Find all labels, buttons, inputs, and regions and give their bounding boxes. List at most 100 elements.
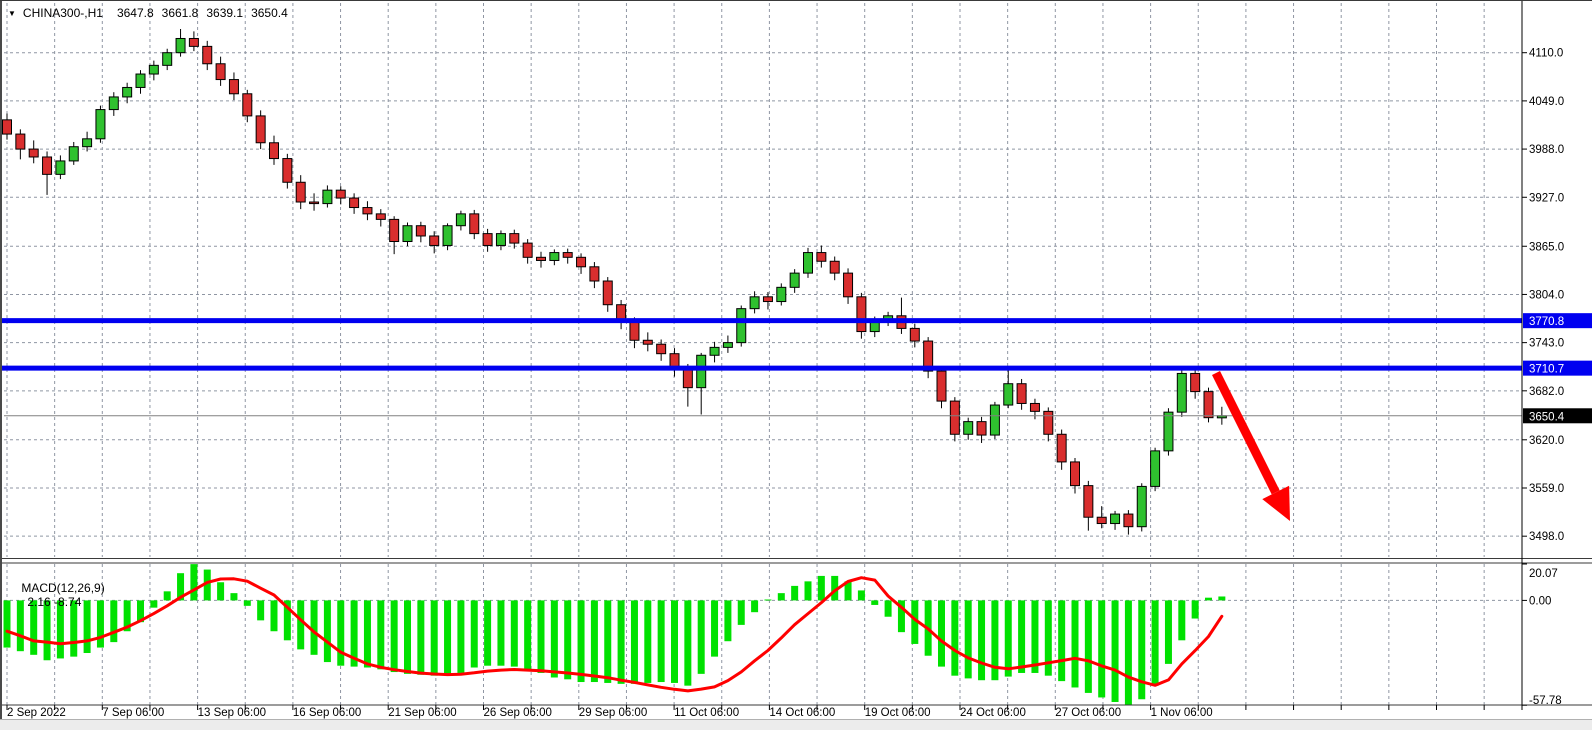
macd-bar (1018, 600, 1025, 673)
candle (857, 293, 866, 339)
macd-bar (1125, 600, 1132, 705)
candle (537, 252, 546, 268)
macd-bar (684, 600, 691, 685)
candle-body-down (510, 234, 519, 243)
candle (123, 83, 132, 104)
candle (283, 154, 292, 189)
macd-bar (818, 576, 825, 600)
macd-bar (978, 600, 985, 680)
candle-body-up (737, 309, 746, 343)
time-tick-label: 2 Sep 2022 (7, 707, 66, 719)
candle-body-up (149, 65, 158, 74)
candle (376, 209, 385, 226)
macd-bar (164, 591, 171, 600)
candle-body-down (29, 149, 38, 157)
price-tick-label: 3498.0 (1529, 531, 1564, 543)
candle-body-down (243, 94, 252, 116)
macd-bar (1098, 600, 1105, 697)
candle (496, 230, 505, 250)
candle-body-up (96, 110, 105, 139)
candle-body-down (216, 64, 225, 80)
pane-borders (2, 1, 1592, 710)
candle-body-down (470, 214, 479, 234)
time-tick-label: 27 Oct 06:00 (1055, 707, 1121, 719)
candle (697, 353, 706, 415)
candle-body-down (977, 422, 986, 435)
macd-bar (951, 600, 958, 675)
time-tick-label: 13 Sep 06:00 (198, 707, 266, 719)
price-axis[interactable]: 4110.04049.03988.03927.03865.03804.03743… (1522, 48, 1564, 543)
macd-bar (1085, 600, 1092, 693)
macd-bar (377, 600, 384, 669)
symbol-dropdown-icon[interactable]: ▼ (8, 9, 16, 18)
time-axis[interactable]: 2 Sep 20227 Sep 06:0013 Sep 06:0016 Sep … (7, 705, 1484, 719)
macd-bar (564, 600, 571, 679)
candle (910, 324, 919, 348)
candle (1137, 483, 1146, 531)
macd-bar (1005, 600, 1012, 676)
candle-body-down (1057, 434, 1066, 462)
time-tick-label: 7 Sep 06:00 (102, 707, 164, 719)
symbol-header: ▼ CHINA300-,H1 3647.8 3661.8 3639.1 3650… (8, 6, 296, 20)
candle (430, 231, 439, 253)
candles (3, 29, 1227, 535)
macd-bar (805, 581, 812, 600)
macd-histogram (4, 564, 1226, 705)
candle (1151, 448, 1160, 491)
candle (270, 136, 279, 165)
macd-bar (444, 600, 451, 674)
macd-bar (604, 600, 611, 683)
candle (470, 210, 479, 239)
candle (203, 41, 212, 70)
macd-bar (871, 600, 878, 605)
candle (350, 193, 359, 214)
candle-body-up (496, 234, 505, 246)
macd-bar (1058, 600, 1065, 681)
candle (310, 193, 319, 210)
candle (216, 57, 225, 86)
macd-bar (631, 600, 638, 683)
candle-body-down (857, 297, 866, 332)
candle (1017, 379, 1026, 410)
price-tick-label: 3865.0 (1529, 241, 1564, 253)
candle (964, 418, 973, 440)
macd-bar (724, 600, 731, 641)
macd-bar (538, 600, 545, 673)
candle-body-down (950, 401, 959, 434)
candle-body-down (910, 328, 919, 341)
chart-canvas[interactable]: 4110.04049.03988.03927.03865.03804.03743… (2, 1, 1592, 719)
macd-bar (791, 586, 798, 601)
candle-body-down (16, 134, 25, 149)
quote-open: 3647.8 (117, 6, 154, 20)
candle-body-down (1097, 517, 1106, 523)
candle-body-up (123, 87, 132, 96)
candle-body-down (270, 143, 279, 159)
candle-body-down (483, 234, 492, 246)
candle (483, 229, 492, 252)
candle (229, 72, 238, 100)
candle-body-down (537, 257, 546, 260)
candle (96, 106, 105, 143)
price-tick-label: 3988.0 (1529, 144, 1564, 156)
time-tick-label: 26 Sep 06:00 (484, 707, 552, 719)
macd-bar (297, 600, 304, 649)
candle (844, 268, 853, 304)
candle-body-down (1071, 462, 1080, 486)
candle (643, 332, 652, 351)
candle (163, 49, 172, 70)
candle (296, 175, 305, 209)
candle (670, 348, 679, 376)
candle-body-up (750, 297, 759, 309)
chart-area[interactable]: 4110.04049.03988.03927.03865.03804.03743… (0, 1, 1592, 719)
macd-bar (1178, 600, 1185, 640)
candle-body-up (456, 214, 465, 226)
candle (136, 70, 145, 94)
candle (176, 29, 185, 57)
candle-body-up (550, 253, 559, 261)
time-tick-label: 1 Nov 06:00 (1151, 707, 1213, 719)
candle (1097, 506, 1106, 528)
candle (590, 262, 599, 288)
macd-bar (1165, 600, 1172, 663)
candle (750, 291, 759, 313)
macd-bar (658, 600, 665, 682)
